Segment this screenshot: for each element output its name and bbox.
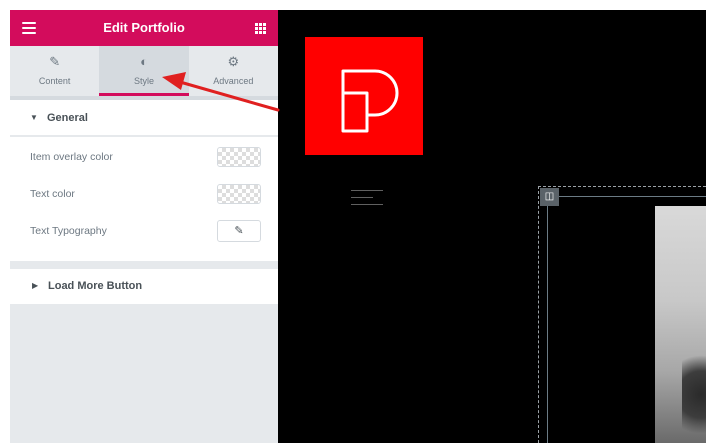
panel-header: Edit Portfolio <box>10 10 278 46</box>
tab-advanced[interactable]: ⚙ Advanced <box>189 46 278 96</box>
menu-toggle-icon[interactable] <box>351 190 383 208</box>
editor-panel: Edit Portfolio ✎ Content ◐ Style ⚙ Advan… <box>10 10 278 443</box>
general-controls: Item overlay color Text color Text Typog… <box>10 137 278 261</box>
gear-icon: ⚙ <box>227 54 240 69</box>
tab-label: Content <box>38 76 71 86</box>
logo-mark-icon <box>341 69 399 133</box>
editor-window: Edit Portfolio ✎ Content ◐ Style ⚙ Advan… <box>10 10 706 443</box>
tab-label: Style <box>133 76 154 86</box>
panel-tabs: ✎ Content ◐ Style ⚙ Advanced <box>10 46 278 96</box>
grid-icon[interactable] <box>255 23 266 34</box>
color-picker-swatch[interactable] <box>217 184 261 204</box>
section-load-more-toggle[interactable]: ▶ Load More Button <box>10 269 278 304</box>
pencil-icon: ✎ <box>49 54 61 69</box>
section-divider <box>10 261 278 269</box>
typography-edit-button[interactable]: ✎ <box>217 220 261 242</box>
tab-style[interactable]: ◐ Style <box>99 46 189 96</box>
caret-down-icon: ▼ <box>30 113 38 122</box>
section-general-toggle[interactable]: ▼ General <box>10 100 278 136</box>
control-label: Text color <box>30 188 75 200</box>
site-logo[interactable] <box>305 37 423 155</box>
column-handle-icon[interactable]: ◫ <box>540 188 559 206</box>
color-picker-swatch[interactable] <box>217 147 261 167</box>
control-text-typography: Text Typography ✎ <box>10 216 278 246</box>
tab-content[interactable]: ✎ Content <box>10 46 99 96</box>
pencil-icon: ✎ <box>234 225 244 237</box>
hamburger-icon[interactable] <box>22 22 36 34</box>
control-text-color: Text color <box>10 179 278 209</box>
section-title: Load More Button <box>48 280 143 292</box>
control-label: Item overlay color <box>30 151 113 163</box>
preview-canvas: ◫ <box>278 10 706 443</box>
panel-title: Edit Portfolio <box>103 20 185 35</box>
portfolio-image-detail <box>682 346 706 443</box>
section-title: General <box>47 112 88 124</box>
tab-label: Advanced <box>213 76 254 86</box>
control-item-overlay-color: Item overlay color <box>10 142 278 172</box>
caret-right-icon: ▶ <box>32 281 39 290</box>
contrast-icon: ◐ <box>140 54 148 69</box>
control-label: Text Typography <box>30 225 107 237</box>
